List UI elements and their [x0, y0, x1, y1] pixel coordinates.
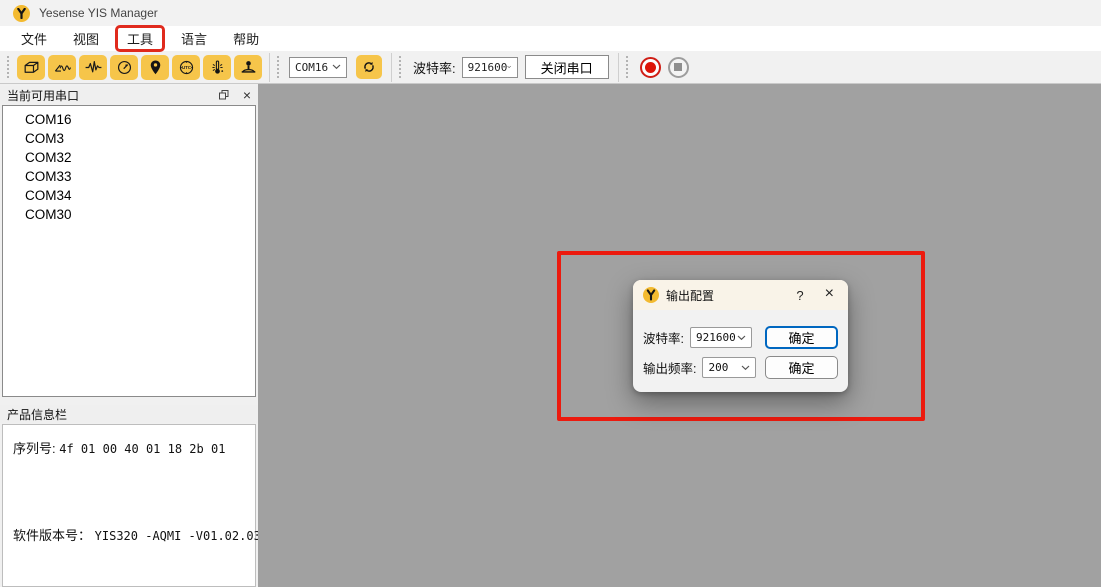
- record-button[interactable]: [640, 57, 661, 78]
- app-window: Yesense YIS Manager 文件 视图 工具 语言 帮助 UTC: [0, 0, 1101, 587]
- toolbar-grip[interactable]: [626, 56, 631, 78]
- dialog-rate-value: 200: [708, 361, 728, 374]
- dialog-rate-label: 输出频率:: [643, 358, 696, 377]
- close-panel-icon[interactable]: ×: [243, 89, 251, 101]
- serial-number-label: 序列号:: [13, 441, 56, 456]
- record-icon: [645, 62, 656, 73]
- menu-language[interactable]: 语言: [168, 26, 220, 51]
- close-serial-port-button[interactable]: 关闭串口: [525, 55, 609, 79]
- firmware-version-value: YIS320 -AQMI -V01.02.03;: [95, 529, 268, 543]
- gauge-button[interactable]: [110, 55, 138, 80]
- yesense-logo-icon: [13, 5, 30, 22]
- toolbar-grip[interactable]: [399, 56, 404, 78]
- app-body: 当前可用串口 × COM16 COM3 COM32 COM33 COM34 CO…: [0, 84, 1101, 587]
- toolbar: UTC COM16 波特率: 921600 关闭串口: [0, 51, 1101, 84]
- baud-rate-select[interactable]: 921600: [462, 57, 518, 78]
- com-port-value: COM16: [295, 61, 328, 74]
- toolbar-separator: [391, 53, 392, 82]
- list-item-port[interactable]: COM32: [3, 148, 255, 167]
- baud-rate-value: 921600: [468, 61, 508, 74]
- main-workspace: 输出配置 ? × 波特率: 921600 确定 输出频率:: [258, 84, 1101, 587]
- chevron-down-icon: [737, 335, 746, 341]
- info-panel-header: 产品信息栏: [0, 405, 258, 423]
- utc-clock-button[interactable]: UTC: [172, 55, 200, 80]
- cube-icon: [22, 58, 41, 77]
- menu-file[interactable]: 文件: [8, 26, 60, 51]
- dialog-close-button[interactable]: ×: [821, 287, 838, 303]
- baud-rate-row: 波特率: 921600 确定: [643, 326, 838, 349]
- window-title: Yesense YIS Manager: [39, 6, 158, 20]
- serial-port-list[interactable]: COM16 COM3 COM32 COM33 COM34 COM30: [2, 105, 256, 397]
- dialog-baud-label: 波特率:: [643, 328, 684, 347]
- dialog-baud-value: 921600: [696, 331, 736, 344]
- utc-clock-icon: UTC: [177, 58, 196, 77]
- menu-view[interactable]: 视图: [60, 26, 112, 51]
- baud-rate-label: 波特率:: [413, 58, 456, 77]
- stop-icon: [674, 63, 682, 71]
- location-pin-icon: [146, 58, 165, 77]
- menu-tools-highlighted[interactable]: 工具: [115, 25, 165, 52]
- angle-wave-button[interactable]: [48, 55, 76, 80]
- joystick-icon: [239, 58, 258, 77]
- com-port-select[interactable]: COM16: [289, 57, 347, 78]
- angle-wave-icon: [53, 58, 72, 77]
- toolbar-grip[interactable]: [277, 56, 282, 78]
- output-config-dialog: 输出配置 ? × 波特率: 921600 确定 输出频率:: [633, 280, 848, 392]
- dialog-help-button[interactable]: ?: [786, 288, 813, 303]
- chevron-down-icon: [741, 365, 750, 371]
- list-item-port[interactable]: COM33: [3, 167, 255, 186]
- location-button[interactable]: [141, 55, 169, 80]
- float-panel-icon[interactable]: [219, 90, 229, 100]
- chevron-down-icon: [507, 64, 511, 70]
- list-item-port[interactable]: COM30: [3, 205, 255, 224]
- ports-panel-title: 当前可用串口: [7, 87, 79, 104]
- list-item-port[interactable]: COM16: [3, 110, 255, 129]
- dialog-rate-select[interactable]: 200: [702, 357, 756, 378]
- joystick-button[interactable]: [234, 55, 262, 80]
- dialog-baud-ok-button[interactable]: 确定: [765, 326, 838, 349]
- refresh-ports-button[interactable]: [356, 55, 382, 79]
- stop-button[interactable]: [668, 57, 689, 78]
- 3d-cube-button[interactable]: [17, 55, 45, 80]
- dialog-title: 输出配置: [666, 287, 714, 304]
- thermometer-icon: [208, 58, 227, 77]
- refresh-icon: [361, 59, 377, 75]
- serial-number-row: 序列号: 4f 01 00 40 01 18 2b 01: [13, 438, 225, 457]
- waveform-icon: [84, 58, 103, 77]
- dialog-body: 波特率: 921600 确定 输出频率: 200 确定: [633, 310, 848, 392]
- info-panel-title: 产品信息栏: [7, 406, 67, 423]
- output-rate-row: 输出频率: 200 确定: [643, 356, 838, 379]
- chevron-down-icon: [332, 64, 341, 70]
- left-dock: 当前可用串口 × COM16 COM3 COM32 COM33 COM34 CO…: [0, 84, 258, 587]
- yesense-logo-icon: [643, 287, 659, 303]
- list-item-port[interactable]: COM34: [3, 186, 255, 205]
- svg-text:UTC: UTC: [181, 65, 191, 70]
- thermometer-button[interactable]: [203, 55, 231, 80]
- dialog-title-bar[interactable]: 输出配置 ? ×: [633, 280, 848, 310]
- serial-number-value: 4f 01 00 40 01 18 2b 01: [59, 442, 225, 456]
- gauge-icon: [115, 58, 134, 77]
- toolbar-separator: [269, 53, 270, 82]
- dialog-baud-select[interactable]: 921600: [690, 327, 752, 348]
- toolbar-grip[interactable]: [7, 56, 12, 78]
- menu-bar: 文件 视图 工具 语言 帮助: [0, 26, 1101, 51]
- toolbar-separator: [618, 53, 619, 82]
- waveform-button[interactable]: [79, 55, 107, 80]
- product-info-content: 序列号: 4f 01 00 40 01 18 2b 01 软件版本号： YIS3…: [2, 424, 256, 587]
- ports-panel-header: 当前可用串口 ×: [0, 86, 258, 104]
- list-item-port[interactable]: COM3: [3, 129, 255, 148]
- firmware-version-row: 软件版本号： YIS320 -AQMI -V01.02.03;: [13, 525, 268, 544]
- title-bar: Yesense YIS Manager: [0, 0, 1101, 26]
- dialog-rate-ok-button[interactable]: 确定: [765, 356, 838, 379]
- firmware-version-label: 软件版本号：: [13, 528, 91, 543]
- menu-help[interactable]: 帮助: [220, 26, 272, 51]
